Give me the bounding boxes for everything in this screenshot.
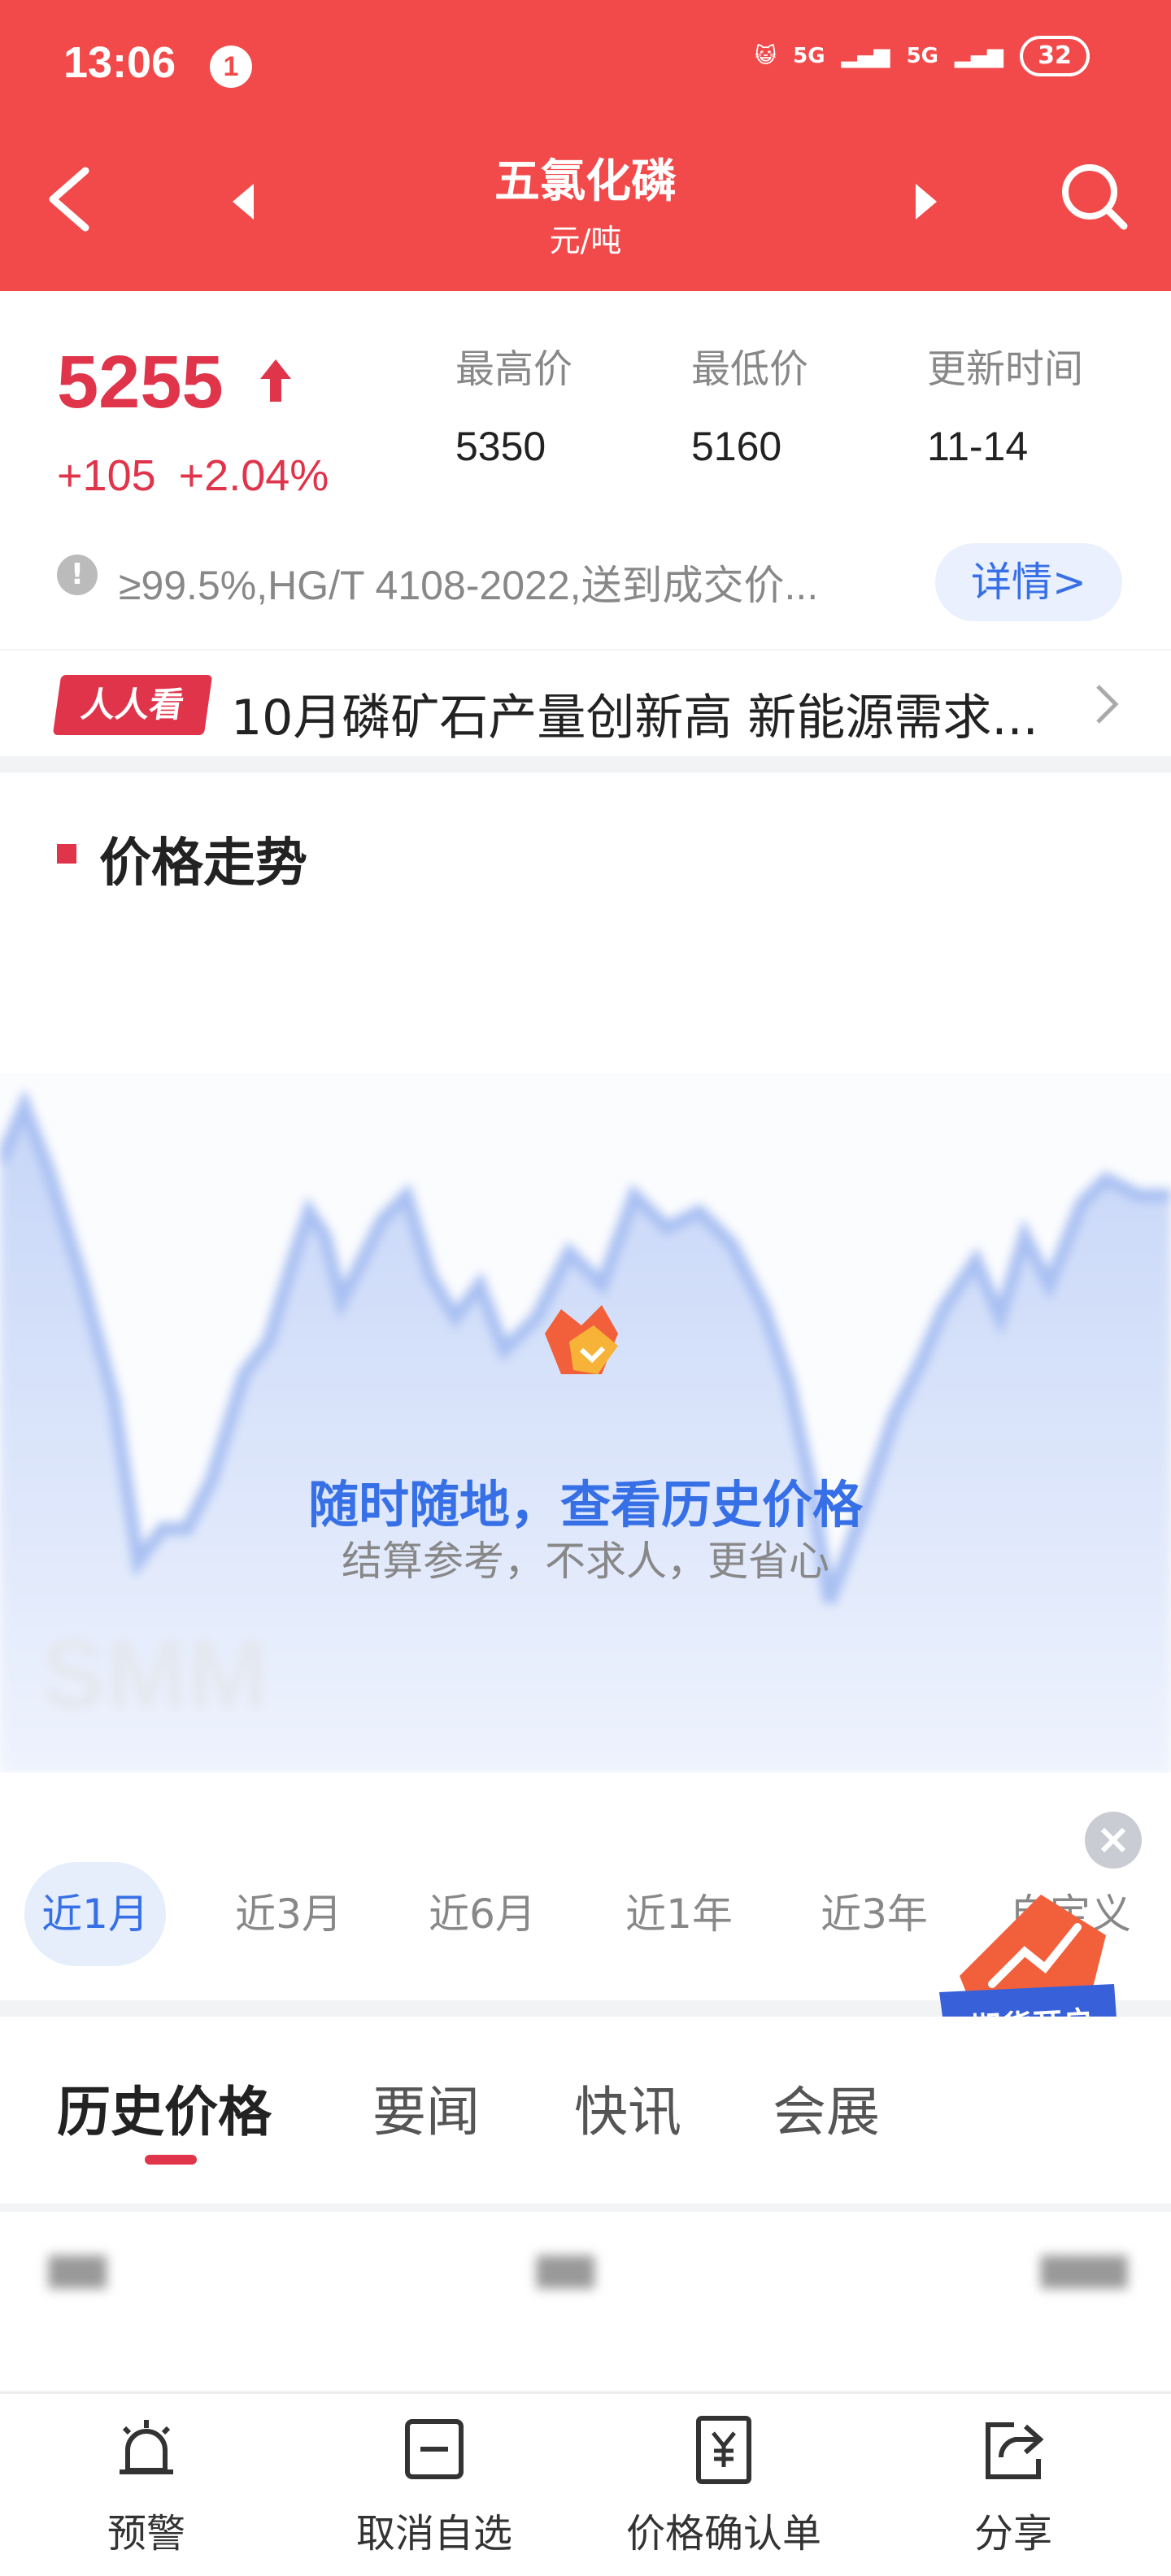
stat-label: 更新时间 <box>927 346 1084 392</box>
price-change: +105 +2.04% <box>57 450 351 501</box>
price-card: 5255 +105 +2.04% 最高价 5350 最低价 5160 更新时间 1… <box>0 291 1171 649</box>
news-row[interactable]: 人人看 10月磷矿石产量创新高 新能源需求... <box>0 651 1171 756</box>
alert-label: 预警 <box>107 2511 185 2556</box>
up-arrow-icon <box>260 359 291 402</box>
search-icon[interactable] <box>1057 159 1130 233</box>
period-3y[interactable]: 近3年 <box>805 1862 943 1966</box>
chevron-right-icon <box>1096 685 1119 724</box>
status-bar: 13:06 1 😺 5G ▂▄▆ 5G ▂▄▆ 32 <box>0 0 1171 130</box>
spec-row: ! ≥99.5%,HG/T 4108-2022,送到成交价... 详情> <box>57 543 1122 621</box>
tab-news[interactable]: 要闻 <box>372 2069 480 2147</box>
section-title: 价格走势 <box>99 833 307 894</box>
stat-label: 最高价 <box>455 346 573 392</box>
table-header-blurred: ▆▆ ▆▆ ▆▆▆ <box>49 2244 1128 2288</box>
alert-button[interactable]: 预警 <box>24 2413 268 2558</box>
stat-low: 最低价 5160 <box>691 337 808 470</box>
bottom-action-bar: 预警 取消自选 价格确认单 分享 <box>0 2392 1171 2576</box>
share-icon <box>986 2422 1044 2479</box>
share-button[interactable]: 分享 <box>891 2413 1135 2558</box>
svg-text:SMM: SMM <box>41 1620 268 1729</box>
network-label: 5G <box>793 44 825 68</box>
minus-box-icon <box>405 2419 464 2479</box>
remove-watchlist-button[interactable]: 取消自选 <box>312 2413 556 2558</box>
content-tabs: 历史价格 要闻 快讯 会展 <box>0 2017 1171 2204</box>
remove-watchlist-label: 取消自选 <box>355 2511 512 2556</box>
price-confirm-button[interactable]: 价格确认单 <box>602 2413 846 2558</box>
next-icon[interactable] <box>909 177 942 226</box>
yen-doc-icon <box>696 2416 751 2484</box>
section-marker <box>57 844 76 864</box>
change-amount: +105 <box>57 451 156 500</box>
stat-label: 最低价 <box>691 346 809 392</box>
info-icon: ! <box>57 555 98 595</box>
app-header: 13:06 1 😺 5G ▂▄▆ 5G ▂▄▆ 32 五氯化磷 元/吨 <box>0 0 1171 291</box>
notification-badge: 1 <box>210 46 252 88</box>
battery-indicator: 32 <box>1020 36 1090 76</box>
nav-title-block: 五氯化磷 元/吨 <box>0 145 1171 260</box>
share-label: 分享 <box>973 2511 1052 2556</box>
blurred-chart-image: SMM <box>0 1088 1171 1773</box>
period-1y[interactable]: 近1年 <box>610 1862 748 1966</box>
status-time: 13:06 <box>63 38 176 87</box>
signal-icon: ▂▄▆ <box>841 44 890 68</box>
tab-expo[interactable]: 会展 <box>773 2069 880 2147</box>
trend-card: 价格走势 SMM 随时随地，查看历史价格 结算参考，不求人，更省心 近1月 近3… <box>0 772 1171 2000</box>
stat-value: 5160 <box>691 424 782 469</box>
promo-title: 随时随地，查看历史价格 <box>307 1475 863 1534</box>
status-icons: 😺 5G ▂▄▆ 5G ▂▄▆ 32 <box>755 36 1090 76</box>
promo-logo-icon <box>545 1305 618 1374</box>
promo-subtitle: 结算参考，不求人，更省心 <box>342 1538 829 1585</box>
stat-value: 11-14 <box>927 424 1029 469</box>
page-title: 五氯化磷 <box>494 155 677 208</box>
page-unit: 元/吨 <box>549 223 622 259</box>
spec-text: ≥99.5%,HG/T 4108-2022,送到成交价... <box>119 563 819 608</box>
period-1m[interactable]: 近1月 <box>24 1862 166 1966</box>
stat-updated: 更新时间 11-14 <box>927 337 1083 470</box>
news-headline: 10月磷矿石产量创新高 新能源需求... <box>231 690 1038 746</box>
period-3m[interactable]: 近3月 <box>220 1862 358 1966</box>
change-percent: +2.04% <box>178 451 329 500</box>
signal-icon-2: ▂▄▆ <box>955 44 1003 68</box>
history-table-blurred: ▆▆ ▆▆ ▆▆▆ <box>0 2212 1171 2391</box>
cat-icon: 😺 <box>755 44 777 68</box>
tab-history[interactable]: 历史价格 <box>57 2069 272 2147</box>
price-confirm-label: 价格确认单 <box>625 2511 821 2556</box>
price-chart-blurred: SMM 随时随地，查看历史价格 结算参考，不求人，更省心 <box>0 1073 1171 1773</box>
bell-icon <box>120 2420 173 2474</box>
close-icon[interactable] <box>1085 1812 1142 1869</box>
stat-high: 最高价 5350 <box>455 337 572 470</box>
tab-indicator <box>145 2155 197 2165</box>
detail-button[interactable]: 详情> <box>935 543 1122 621</box>
network-label-2: 5G <box>906 44 938 68</box>
news-badge: 人人看 <box>52 675 213 735</box>
stat-value: 5350 <box>455 424 546 469</box>
current-price: 5255 <box>57 341 224 424</box>
period-6m[interactable]: 近6月 <box>413 1862 551 1966</box>
tab-flash[interactable]: 快讯 <box>574 2069 681 2147</box>
